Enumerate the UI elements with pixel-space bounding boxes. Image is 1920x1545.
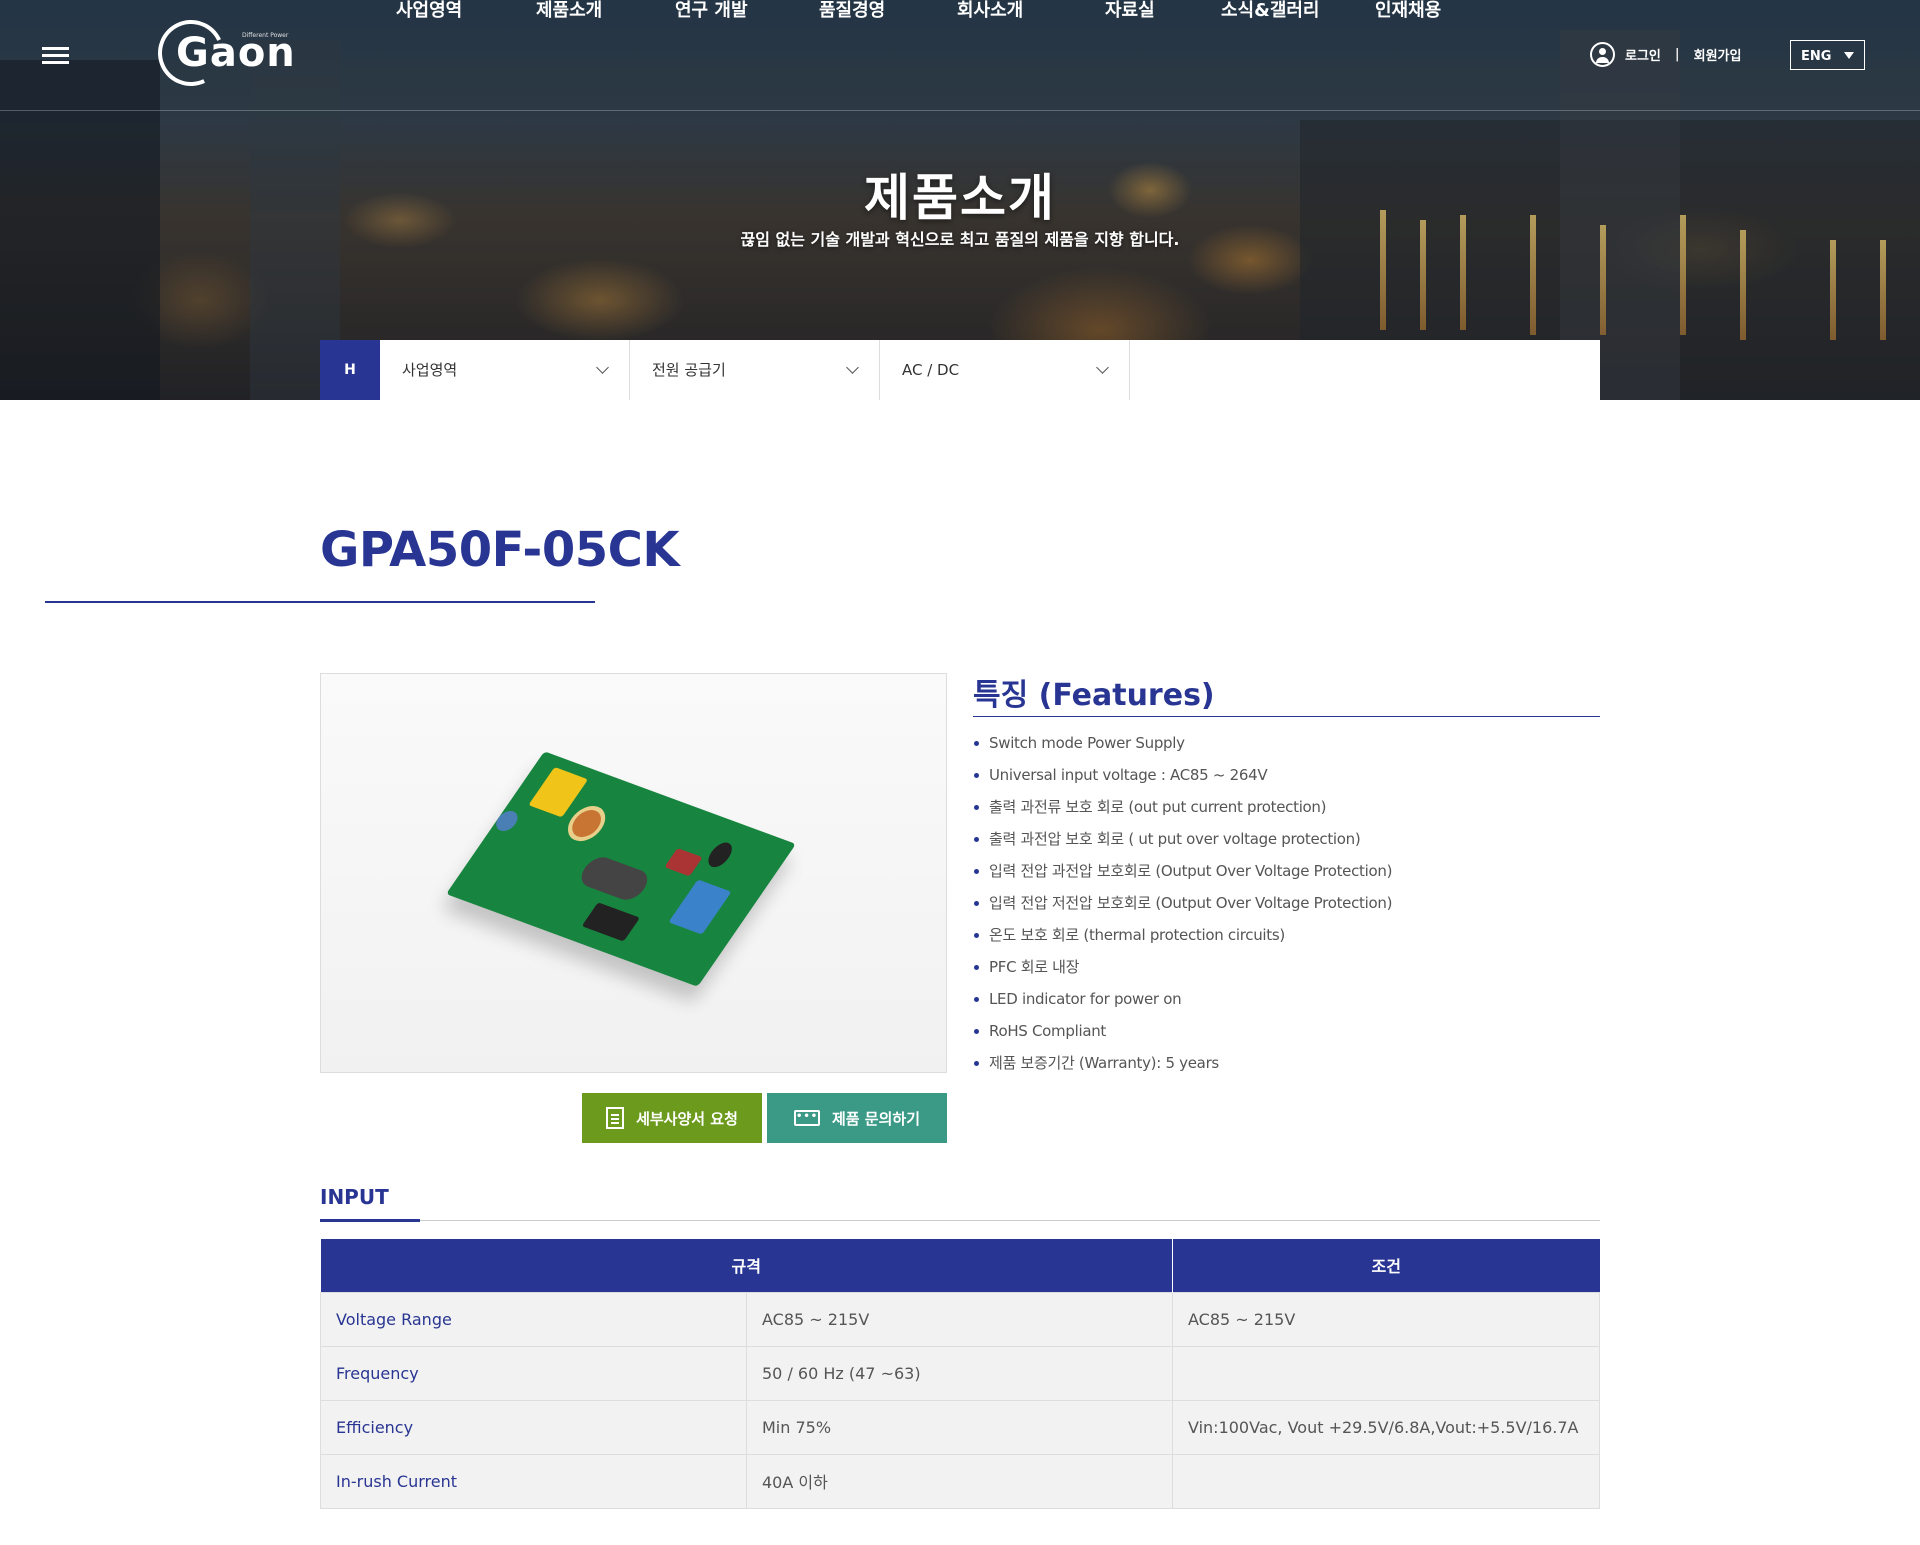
breadcrumb-home[interactable]: H: [320, 340, 380, 400]
product-inquiry-label: 제품 문의하기: [831, 1109, 921, 1128]
breadcrumb-level-3-label: AC / DC: [902, 361, 960, 379]
chevron-down-icon: [1096, 361, 1109, 374]
breadcrumb-level-2[interactable]: 전원 공급기: [630, 340, 880, 400]
caret-down-icon: [1844, 52, 1854, 59]
user-icon[interactable]: [1590, 42, 1615, 67]
page-title: 제품소개: [864, 169, 1056, 227]
nav-quality[interactable]: 품질경영: [819, 0, 957, 26]
nav-rnd[interactable]: 연구 개발: [675, 0, 819, 26]
document-icon: [606, 1107, 625, 1129]
features-title: 특징 (Features): [973, 678, 1215, 713]
row-spec: 40A 이하: [746, 1453, 1173, 1509]
row-spec: AC85 ~ 215V: [746, 1291, 1173, 1347]
feature-item: Universal input voltage : AC85 ~ 264V: [973, 764, 1392, 796]
nav-resources[interactable]: 자료실: [1105, 0, 1221, 26]
table-header-condition: 조건: [1172, 1239, 1600, 1292]
page-subtitle: 끊임 없는 기술 개발과 혁신으로 최고 품질의 제품을 지향 합니다.: [740, 230, 1180, 249]
top-navigation: Gaon Different Power 사업영역 제품소개 연구 개발 품질경…: [0, 0, 1920, 111]
title-divider: [45, 601, 595, 603]
features-list: Switch mode Power Supply Universal input…: [973, 732, 1392, 1084]
table-header-row: 규격 조건: [320, 1239, 1600, 1292]
feature-item: RoHS Compliant: [973, 1020, 1392, 1052]
row-condition: [1172, 1345, 1600, 1401]
row-label: Voltage Range: [320, 1291, 747, 1347]
section-divider: [320, 1220, 1600, 1221]
table-row: Efficiency Min 75% Vin:100Vac, Vout +29.…: [320, 1399, 1600, 1455]
language-select[interactable]: ENG: [1790, 40, 1865, 70]
input-section-title: INPUT: [320, 1185, 389, 1209]
nav-careers[interactable]: 인재채용: [1375, 0, 1465, 26]
table-row: Frequency 50 / 60 Hz (47 ~63): [320, 1345, 1600, 1401]
row-spec: Min 75%: [746, 1399, 1173, 1455]
row-spec: 50 / 60 Hz (47 ~63): [746, 1345, 1173, 1401]
section-divider-accent: [320, 1219, 420, 1222]
nav-business[interactable]: 사업영역: [396, 0, 536, 26]
chat-icon: •••: [793, 1110, 820, 1126]
feature-item: 온도 보호 회로 (thermal protection circuits): [973, 924, 1392, 956]
row-label: In-rush Current: [320, 1453, 747, 1509]
chevron-down-icon: [596, 361, 609, 374]
nav-company[interactable]: 회사소개: [957, 0, 1105, 26]
table-row: Voltage Range AC85 ~ 215V AC85 ~ 215V: [320, 1291, 1600, 1347]
signup-link[interactable]: 회원가입: [1694, 45, 1742, 64]
row-label: Efficiency: [320, 1399, 747, 1455]
table-header-spec: 규격: [320, 1239, 1173, 1292]
feature-item: 출력 과전압 보호 회로 ( ut put over voltage prote…: [973, 828, 1392, 860]
main-nav: 사업영역 제품소개 연구 개발 품질경영 회사소개 자료실 소식&갤러리 인재채…: [396, 0, 1465, 26]
breadcrumb-level-1[interactable]: 사업영역: [380, 340, 630, 400]
breadcrumb-level-2-label: 전원 공급기: [652, 361, 726, 379]
feature-item: 출력 과전류 보호 회로 (out put current protection…: [973, 796, 1392, 828]
feature-item: LED indicator for power on: [973, 988, 1392, 1020]
nav-products[interactable]: 제품소개: [536, 0, 675, 26]
features-divider: [973, 716, 1600, 717]
feature-item: 입력 전압 저전압 보호회로 (Output Over Voltage Prot…: [973, 892, 1392, 924]
gaon-logo[interactable]: Gaon Different Power: [148, 10, 295, 96]
input-spec-table: 규격 조건 Voltage Range AC85 ~ 215V AC85 ~ 2…: [320, 1239, 1600, 1509]
menu-icon[interactable]: [42, 47, 69, 65]
spec-request-label: 세부사양서 요청: [636, 1109, 738, 1128]
row-condition: AC85 ~ 215V: [1172, 1291, 1600, 1347]
chevron-down-icon: [846, 361, 859, 374]
breadcrumb-level-1-label: 사업영역: [402, 361, 458, 379]
user-utilities: 로그인 | 회원가입: [1590, 42, 1741, 67]
login-link[interactable]: 로그인: [1625, 45, 1661, 64]
row-condition: [1172, 1453, 1600, 1509]
nav-news[interactable]: 소식&갤러리: [1221, 0, 1375, 26]
breadcrumb: H 사업영역 전원 공급기 AC / DC: [320, 340, 1600, 400]
breadcrumb-level-3[interactable]: AC / DC: [880, 340, 1130, 400]
util-separator: |: [1674, 47, 1680, 62]
hero-banner: Gaon Different Power 사업영역 제품소개 연구 개발 품질경…: [0, 0, 1920, 400]
product-model: GPA50F-05CK: [320, 522, 680, 578]
feature-item: PFC 회로 내장: [973, 956, 1392, 988]
product-inquiry-button[interactable]: ••• 제품 문의하기: [767, 1093, 947, 1143]
feature-item: 제품 보증기간 (Warranty): 5 years: [973, 1052, 1392, 1084]
product-image: [320, 673, 947, 1073]
feature-item: 입력 전압 과전압 보호회로 (Output Over Voltage Prot…: [973, 860, 1392, 892]
table-row: In-rush Current 40A 이하: [320, 1453, 1600, 1509]
spec-request-button[interactable]: 세부사양서 요청: [582, 1093, 762, 1143]
row-label: Frequency: [320, 1345, 747, 1401]
pcb-board-graphic: [446, 751, 796, 987]
feature-item: Switch mode Power Supply: [973, 732, 1392, 764]
language-label: ENG: [1801, 49, 1832, 64]
row-condition: Vin:100Vac, Vout +29.5V/6.8A,Vout:+5.5V/…: [1172, 1399, 1600, 1455]
